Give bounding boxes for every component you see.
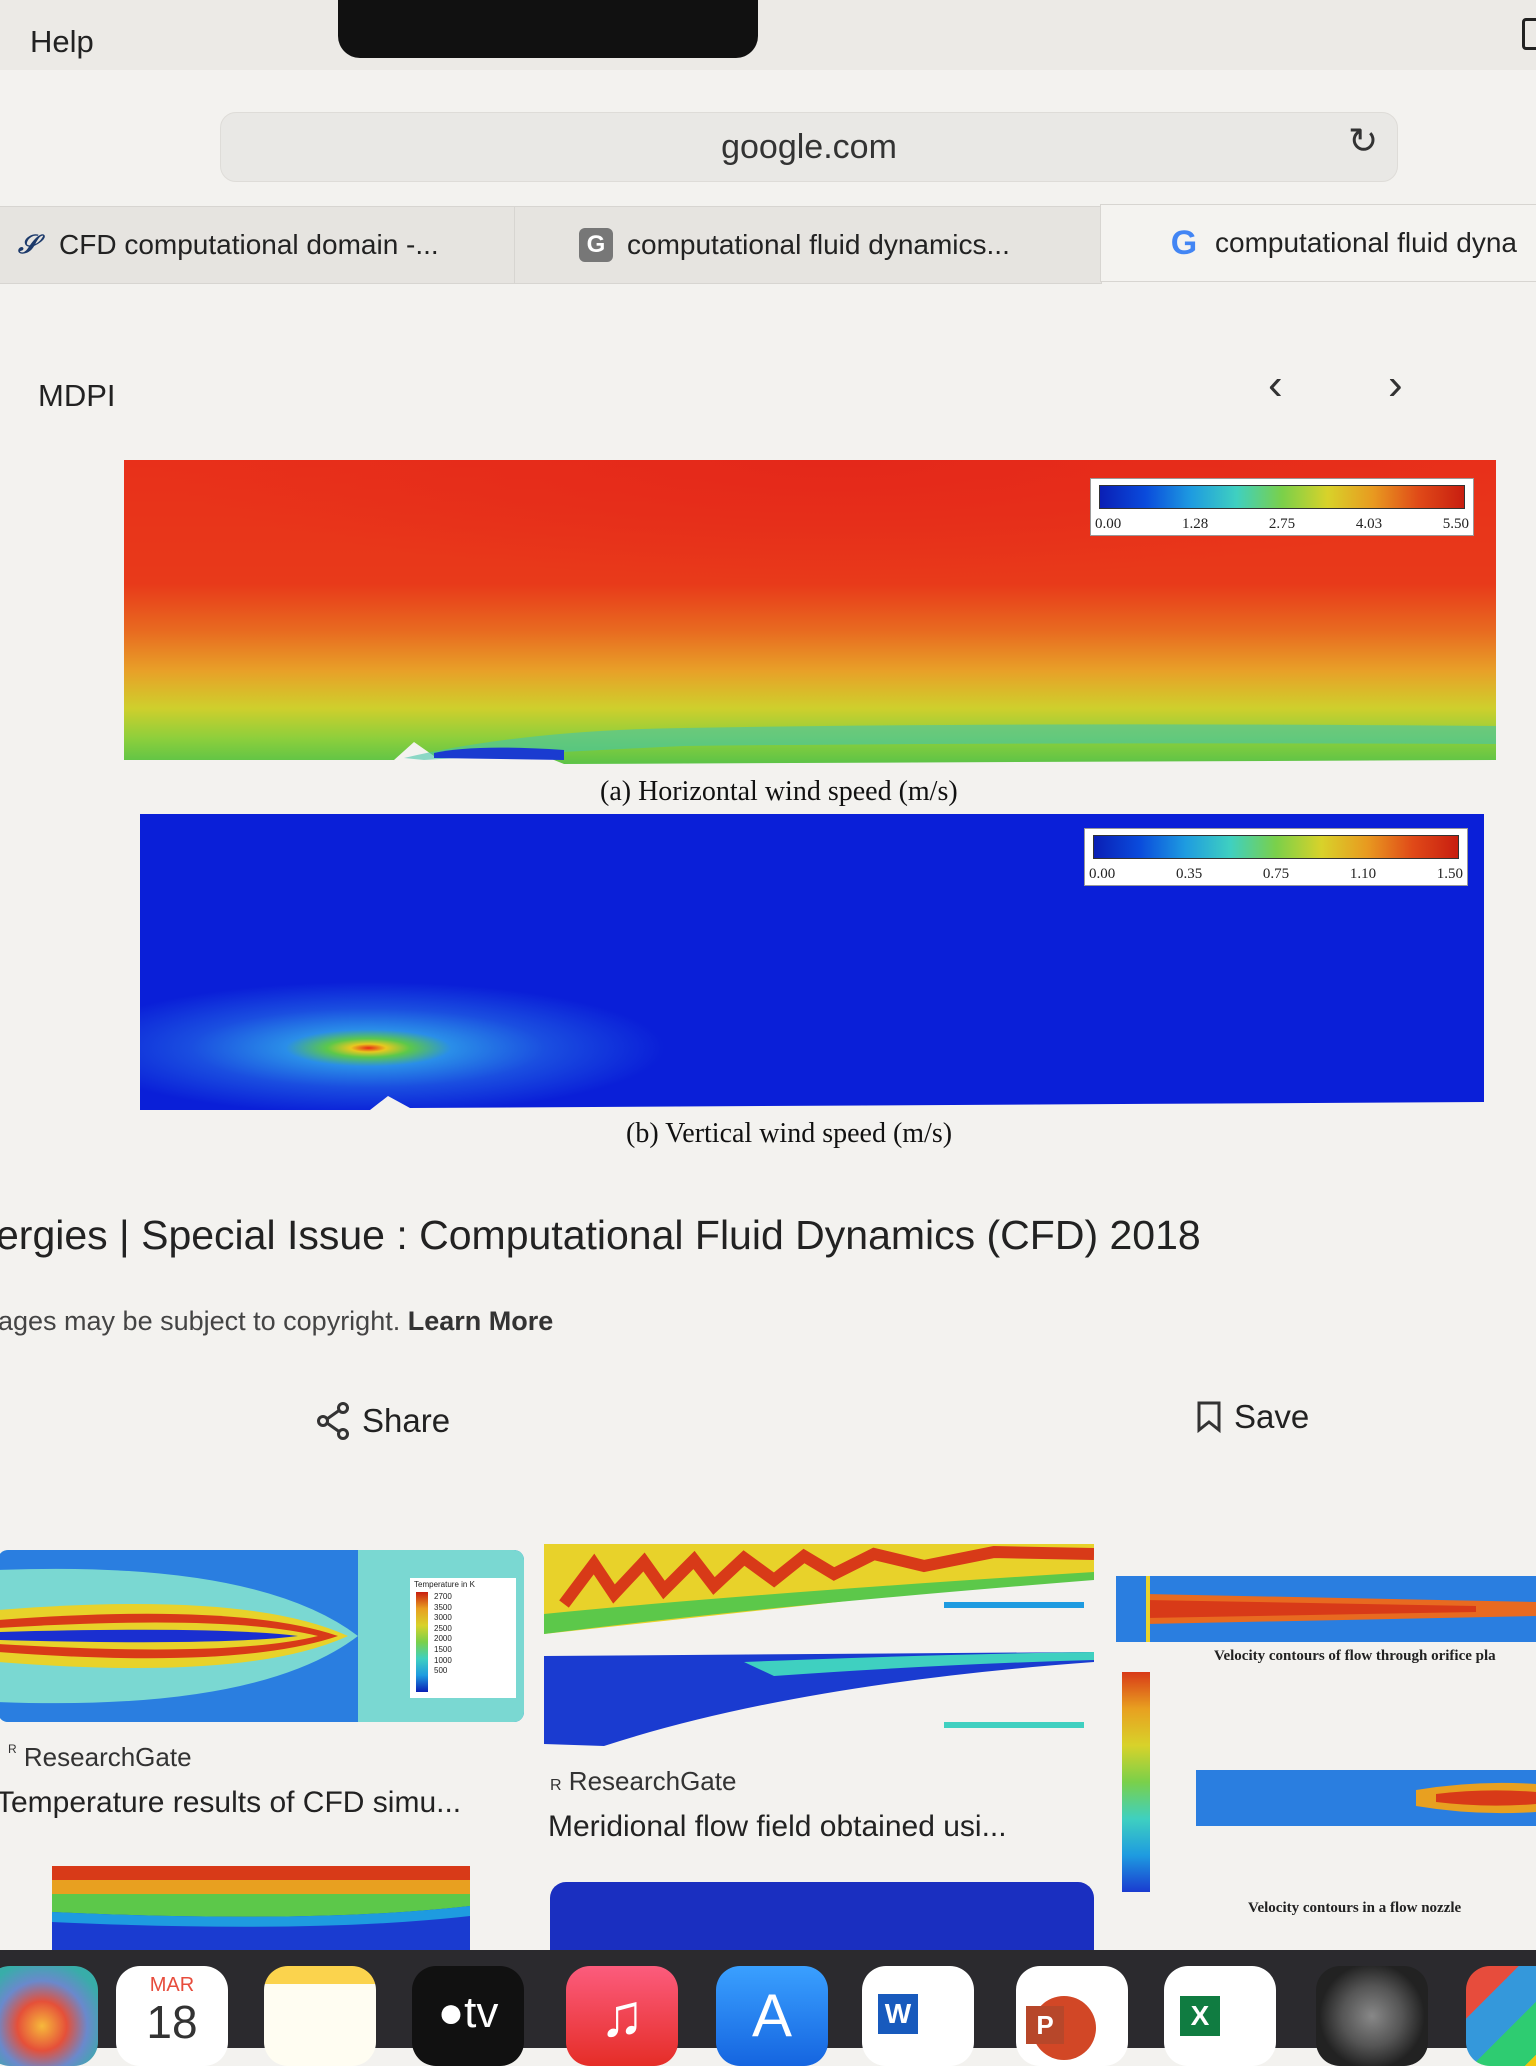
tab-bar: 𝒮 CFD computational domain -... G comput… — [0, 204, 1536, 284]
excel-app-icon[interactable]: X — [1164, 1966, 1276, 2066]
scale-label: 1.10 — [1349, 866, 1377, 882]
legend-value: 3000 — [434, 1613, 452, 1623]
orifice-flow-plot — [1116, 1576, 1536, 1642]
url-text: google.com — [721, 128, 897, 166]
scale-label: 5.50 — [1442, 516, 1469, 532]
researchgate-icon: R — [550, 1777, 562, 1794]
launchpad-icon[interactable] — [1466, 1966, 1536, 2066]
legend-value: 2500 — [434, 1623, 452, 1633]
related-source[interactable]: R ResearchGate — [550, 1766, 736, 1797]
save-label: Save — [1234, 1398, 1310, 1435]
share-button[interactable]: Share — [316, 1402, 450, 1440]
system-settings-icon[interactable] — [1316, 1966, 1428, 2066]
related-thumbnail[interactable]: Temperature in K 2700 3500 3000 2500 200… — [0, 1550, 524, 1722]
previous-icon[interactable]: ‹ — [1268, 360, 1283, 410]
save-button[interactable]: Save — [1196, 1398, 1309, 1436]
colorbar-gradient — [1093, 835, 1459, 859]
next-icon[interactable]: › — [1388, 360, 1403, 410]
legend-value: 1500 — [434, 1644, 452, 1654]
bookmark-icon — [1197, 1401, 1221, 1433]
caption-vertical: (b) Vertical wind speed (m/s) — [626, 1118, 953, 1149]
result-title[interactable]: ergies | Special Issue : Computational F… — [0, 1212, 1201, 1259]
legend-value: 2700 — [434, 1592, 452, 1601]
related-title[interactable]: Temperature results of CFD simu... — [0, 1786, 461, 1820]
tab-label: computational fluid dynamics... — [627, 229, 1010, 260]
tv-app-icon[interactable]: ●tv — [412, 1966, 524, 2066]
image-source[interactable]: MDPI — [38, 378, 116, 414]
copyright-notice: ages may be subject to copyright. Learn … — [0, 1306, 553, 1337]
tab-cfd-domain[interactable]: 𝒮 CFD computational domain -... — [0, 206, 516, 284]
contour-plot — [52, 1866, 470, 1950]
mdpi-icon: 𝒮 — [17, 229, 39, 259]
colorbar-gradient — [1099, 485, 1465, 509]
google-g-icon: G — [1170, 223, 1198, 262]
google-g-icon: G — [579, 228, 613, 262]
related-label[interactable]: Velocity contours in a flow nozzle — [1248, 1900, 1461, 1917]
excel-letter: X — [1180, 1996, 1220, 2036]
music-app-icon[interactable]: ♫ — [566, 1966, 678, 2066]
photos-app-icon[interactable] — [0, 1966, 98, 2066]
temperature-legend: Temperature in K 2700 3500 3000 2500 200… — [410, 1578, 516, 1698]
more-options-icon[interactable]: ⋮ — [1520, 348, 1536, 388]
horizontal-speed-colorbar: 0.00 1.28 2.75 4.03 5.50 — [1090, 478, 1474, 536]
related-source[interactable]: R ResearchGate — [8, 1742, 192, 1773]
tab-label: computational fluid dyna — [1215, 227, 1517, 258]
meridional-flow-plot — [544, 1544, 1094, 1754]
related-thumbnail[interactable] — [1116, 1576, 1536, 1642]
related-title[interactable]: Meridional flow field obtained usi... — [548, 1810, 1007, 1844]
app-store-icon[interactable]: A — [716, 1966, 828, 2066]
address-bar[interactable]: google.com — [220, 112, 1398, 182]
powerpoint-letter: P — [1026, 2006, 1064, 2044]
related-thumbnail[interactable] — [544, 1544, 1094, 1754]
legend-bar — [416, 1592, 428, 1692]
source-label: ResearchGate — [23, 1742, 192, 1772]
legend-value: 2000 — [434, 1634, 452, 1644]
tv-label: tv — [464, 1988, 499, 2037]
scale-label: 0.00 — [1095, 516, 1122, 532]
tab-cfd-search[interactable]: G computational fluid dynamics... — [514, 206, 1102, 284]
scale-label: 1.28 — [1181, 516, 1209, 532]
calendar-month: MAR — [149, 1974, 195, 1996]
tab-label: CFD computational domain -... — [59, 229, 439, 260]
scale-label: 0.75 — [1262, 866, 1290, 882]
legend-value: 1000 — [434, 1655, 452, 1665]
researchgate-icon: R — [8, 1742, 17, 1756]
powerpoint-app-icon[interactable]: P — [1016, 1966, 1128, 2066]
word-app-icon[interactable]: W — [862, 1966, 974, 2066]
scale-label: 2.75 — [1268, 516, 1296, 532]
nozzle-flow-plot — [1196, 1770, 1536, 1826]
related-thumbnail[interactable] — [1196, 1770, 1536, 1826]
legend-value: 500 — [434, 1666, 448, 1676]
related-thumbnail[interactable] — [550, 1882, 1094, 1950]
legend-value: 3500 — [434, 1602, 452, 1612]
scale-label: 0.00 — [1089, 866, 1116, 882]
related-thumbnail[interactable] — [52, 1866, 470, 1950]
reload-icon[interactable]: ↻ — [1348, 120, 1378, 162]
vertical-speed-colorbar: 0.00 0.35 0.75 1.10 1.50 — [1084, 828, 1468, 886]
scale-label: 0.35 — [1175, 866, 1203, 882]
calendar-day: 18 — [146, 1996, 198, 2048]
share-label: Share — [362, 1402, 451, 1439]
menu-bar — [0, 0, 1536, 70]
battery-icon — [1522, 18, 1536, 50]
copyright-text: ages may be subject to copyright. — [0, 1306, 401, 1336]
notes-app-icon[interactable] — [264, 1966, 376, 2066]
source-label: ResearchGate — [568, 1766, 737, 1796]
calendar-app-icon[interactable]: MAR 18 — [116, 1966, 228, 2066]
scale-label: 1.50 — [1436, 866, 1463, 882]
learn-more-link[interactable]: Learn More — [408, 1306, 554, 1336]
share-icon — [317, 1402, 349, 1440]
caption-horizontal: (a) Horizontal wind speed (m/s) — [600, 776, 958, 807]
apple-icon: ● — [437, 1988, 465, 2037]
camera-notch — [338, 0, 758, 58]
word-letter: W — [878, 1994, 918, 2034]
menu-help[interactable]: Help — [30, 24, 94, 60]
tab-cfd-active[interactable]: G computational fluid dyna — [1100, 204, 1536, 282]
scale-label: 4.03 — [1355, 516, 1383, 532]
related-label[interactable]: Velocity contours of flow through orific… — [1214, 1648, 1496, 1665]
colorbar-thumbnail — [1122, 1672, 1150, 1892]
legend-title: Temperature in K — [414, 1580, 475, 1589]
